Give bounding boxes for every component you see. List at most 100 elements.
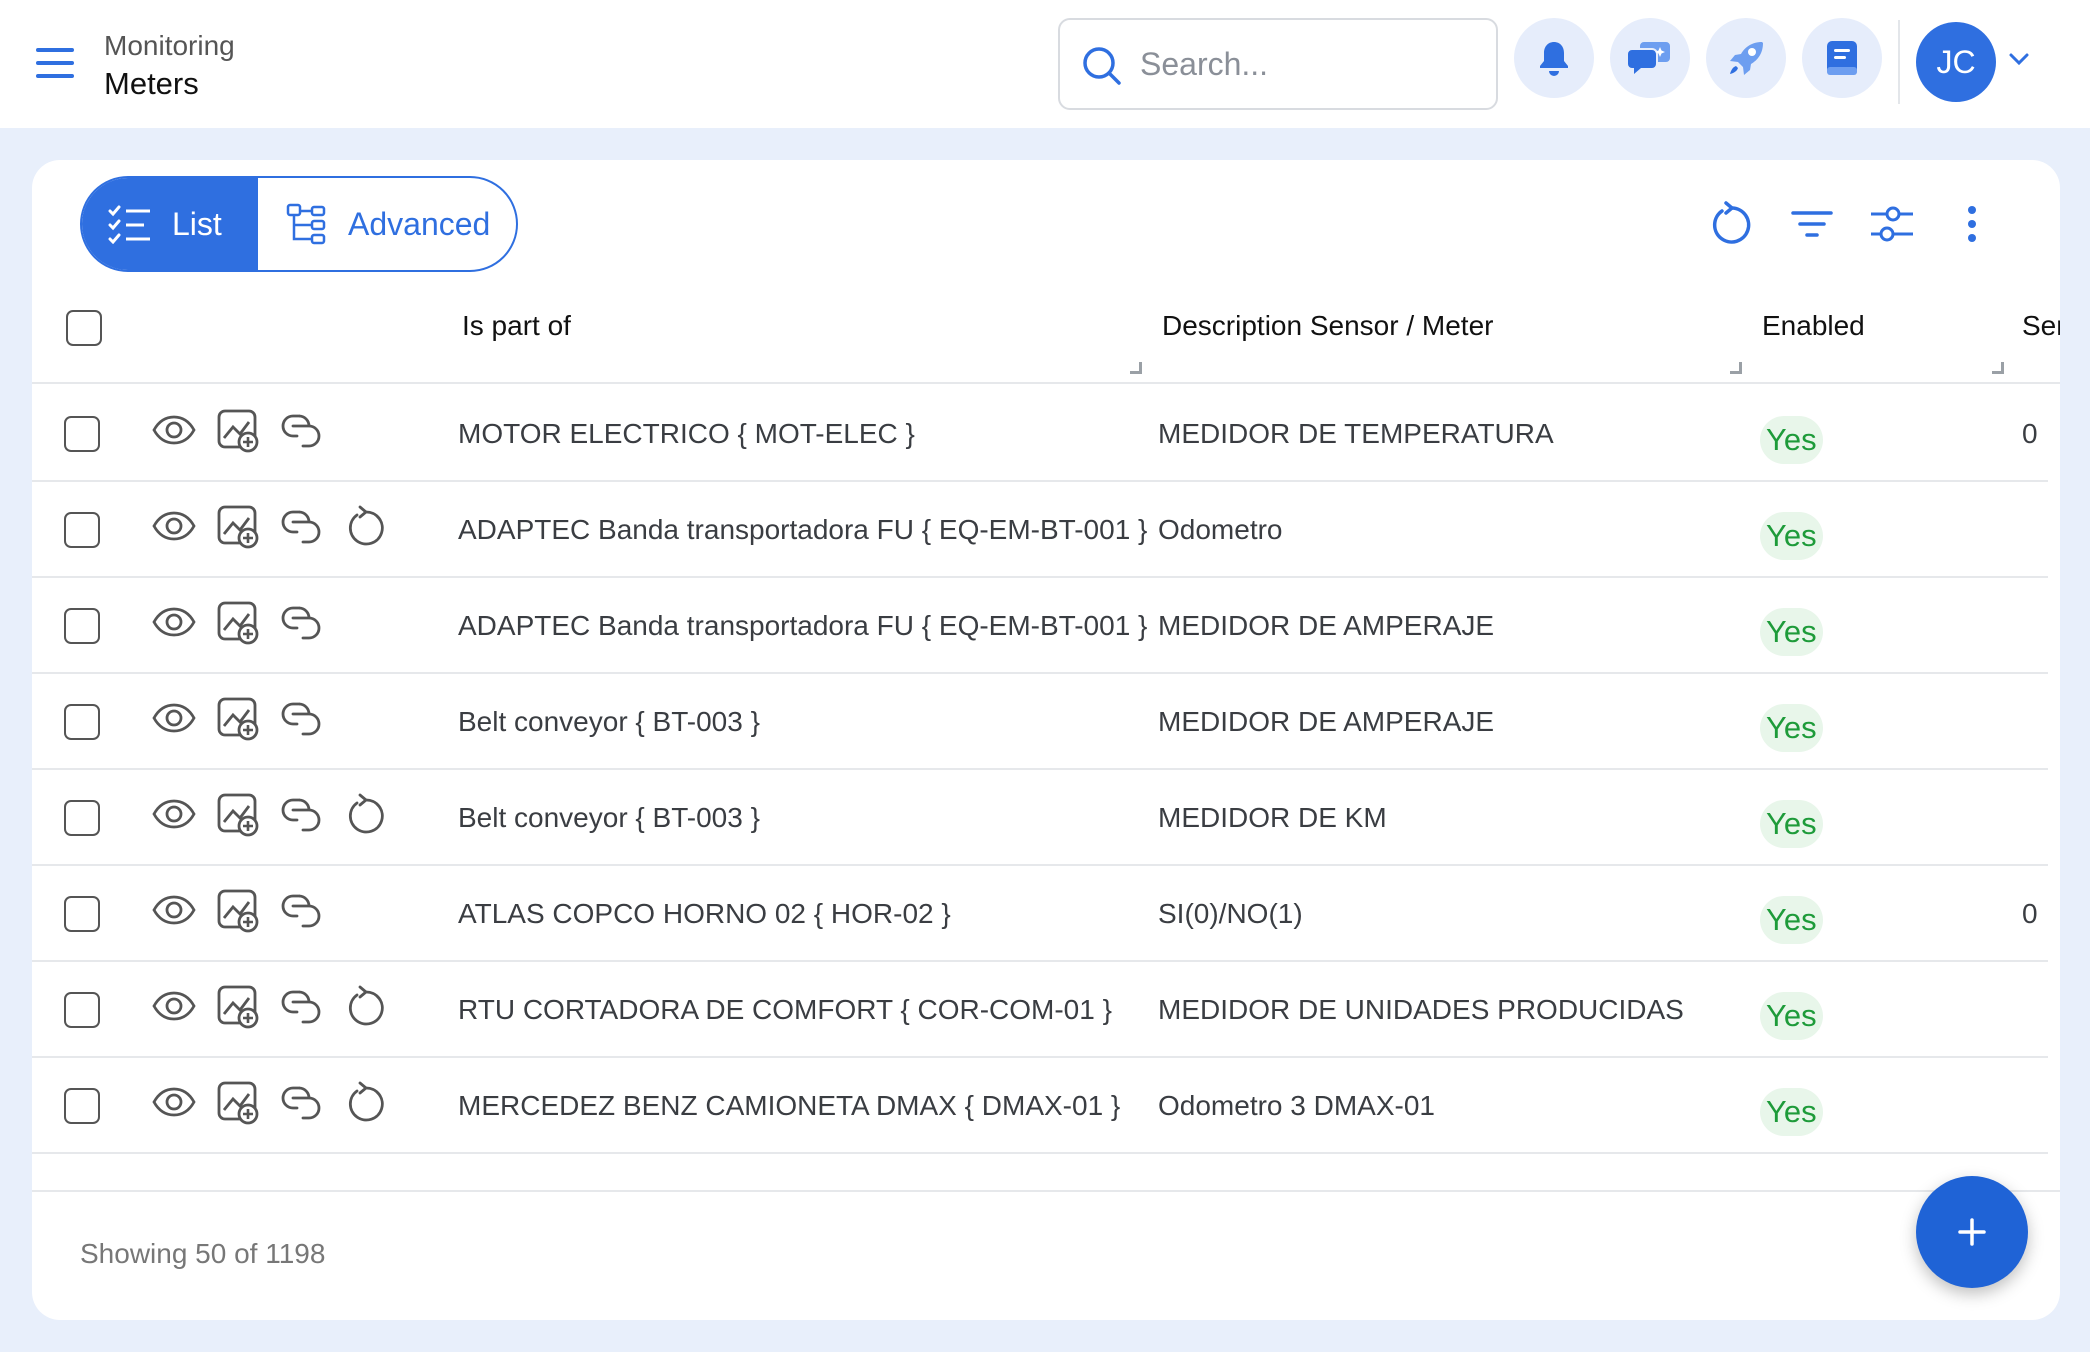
refresh-icon (1712, 201, 1751, 244)
link-icon[interactable] (278, 790, 326, 838)
reset-icon[interactable] (342, 502, 390, 550)
add-chart-icon[interactable] (214, 1078, 262, 1126)
row-description: MEDIDOR DE AMPERAJE (1158, 610, 1495, 641)
table-row[interactable]: ATLAS COPCO HORNO 02 { HOR-02 } SI(0)/NO… (32, 866, 2048, 962)
column-header-part-of[interactable]: Is part of (462, 310, 571, 342)
row-description: MEDIDOR DE KM (1158, 802, 1387, 833)
link-icon[interactable] (278, 886, 326, 934)
add-chart-icon[interactable] (214, 502, 262, 550)
add-meter-button[interactable] (1916, 1176, 2028, 1288)
link-icon[interactable] (278, 1078, 326, 1126)
menu-icon[interactable] (36, 46, 76, 80)
column-header-ser[interactable]: Ser (2022, 310, 2060, 342)
more-options-button[interactable] (1944, 196, 2000, 252)
column-header-enabled[interactable]: Enabled (1762, 310, 1865, 342)
column-resize-handle[interactable] (1730, 362, 1742, 374)
table-header: Is part of Description Sensor / Meter En… (32, 288, 2060, 384)
row-checkbox[interactable] (64, 608, 100, 644)
notifications-button[interactable] (1514, 18, 1594, 98)
status-badge: Yes (1760, 512, 1823, 560)
search-icon (1083, 47, 1121, 85)
eye-icon[interactable] (150, 694, 198, 742)
link-icon[interactable] (278, 502, 326, 550)
top-bar: Monitoring Meters Search... JC (0, 0, 2090, 128)
whats-new-button[interactable] (1706, 18, 1786, 98)
row-part-of: MOTOR ELECTRICO { MOT-ELEC } (458, 418, 915, 449)
search-input[interactable] (1140, 38, 1480, 90)
pagination-summary: Showing 50 of 1198 (80, 1238, 326, 1269)
page-title: Meters (104, 66, 199, 101)
row-checkbox[interactable] (64, 512, 100, 548)
table-row[interactable]: Belt conveyor { BT-003 } MEDIDOR DE AMPE… (32, 674, 2048, 770)
row-checkbox[interactable] (64, 416, 100, 452)
table-row[interactable]: Belt conveyor { BT-003 } MEDIDOR DE KM Y… (32, 770, 2048, 866)
status-badge: Yes (1760, 608, 1823, 656)
row-part-of: ADAPTEC Banda transportadora FU { EQ-EM-… (458, 610, 1148, 641)
row-checkbox[interactable] (64, 992, 100, 1028)
link-icon[interactable] (278, 694, 326, 742)
table-row[interactable]: ADAPTEC Banda transportadora FU { EQ-EM-… (32, 482, 2048, 578)
search-box[interactable] (1058, 18, 1498, 110)
reset-icon[interactable] (342, 1078, 390, 1126)
reset-icon[interactable] (342, 790, 390, 838)
add-chart-icon[interactable] (214, 982, 262, 1030)
table-row[interactable]: MOTOR ELECTRICO { MOT-ELEC } MEDIDOR DE … (32, 386, 2048, 482)
reset-icon[interactable] (342, 982, 390, 1030)
add-chart-icon[interactable] (214, 694, 262, 742)
eye-icon[interactable] (150, 886, 198, 934)
status-badge: Yes (1760, 704, 1823, 752)
eye-icon[interactable] (150, 1078, 198, 1126)
footer-divider (32, 1190, 2060, 1192)
add-chart-icon[interactable] (214, 406, 262, 454)
add-chart-icon[interactable] (214, 886, 262, 934)
ai-chat-button[interactable] (1610, 18, 1690, 98)
row-part-of: Belt conveyor { BT-003 } (458, 802, 760, 833)
advanced-view-button[interactable]: Advanced (256, 178, 516, 270)
more-vertical-icon (1968, 206, 1976, 242)
column-resize-handle[interactable] (1130, 362, 1142, 374)
column-resize-handle[interactable] (1992, 362, 2004, 374)
eye-icon[interactable] (150, 982, 198, 1030)
advanced-view-label: Advanced (348, 205, 491, 242)
avatar[interactable]: JC (1916, 22, 1996, 102)
select-all-checkbox[interactable] (66, 310, 102, 346)
eye-icon[interactable] (150, 598, 198, 646)
list-view-label: List (172, 205, 222, 242)
refresh-button[interactable] (1704, 196, 1760, 252)
filter-icon (1791, 211, 1833, 237)
row-description: MEDIDOR DE AMPERAJE (1158, 706, 1495, 737)
documentation-button[interactable] (1802, 18, 1882, 98)
status-badge: Yes (1760, 992, 1823, 1040)
row-checkbox[interactable] (64, 896, 100, 932)
eye-icon[interactable] (150, 502, 198, 550)
book-icon (1827, 41, 1857, 75)
chevron-down-icon[interactable] (2008, 52, 2030, 66)
link-icon[interactable] (278, 598, 326, 646)
row-part-of: Belt conveyor { BT-003 } (458, 706, 760, 737)
header-divider (1898, 20, 1900, 104)
link-icon[interactable] (278, 982, 326, 1030)
list-view-button[interactable]: List (82, 178, 256, 270)
breadcrumb-parent[interactable]: Monitoring (104, 28, 235, 64)
row-description: Odometro (1158, 514, 1283, 545)
add-chart-icon[interactable] (214, 598, 262, 646)
table-row[interactable]: MERCEDEZ BENZ CAMIONETA DMAX { DMAX-01 }… (32, 1058, 2048, 1154)
row-checkbox[interactable] (64, 1088, 100, 1124)
filter-button[interactable] (1784, 196, 1840, 252)
status-badge: Yes (1760, 896, 1823, 944)
breadcrumb: Monitoring Meters (104, 28, 235, 104)
column-settings-button[interactable] (1864, 196, 1920, 252)
eye-icon[interactable] (150, 406, 198, 454)
eye-icon[interactable] (150, 790, 198, 838)
table-row[interactable]: RTU CORTADORA DE COMFORT { COR-COM-01 } … (32, 962, 2048, 1058)
list-icon (108, 205, 150, 244)
row-ser-value: 0 (2022, 418, 2038, 449)
column-header-description[interactable]: Description Sensor / Meter (1162, 310, 1493, 342)
row-checkbox[interactable] (64, 704, 100, 740)
row-checkbox[interactable] (64, 800, 100, 836)
row-description: Odometro 3 DMAX-01 (1158, 1090, 1435, 1121)
add-chart-icon[interactable] (214, 790, 262, 838)
table-row[interactable]: ADAPTEC Banda transportadora FU { EQ-EM-… (32, 578, 2048, 674)
status-badge: Yes (1760, 800, 1823, 848)
link-icon[interactable] (278, 406, 326, 454)
